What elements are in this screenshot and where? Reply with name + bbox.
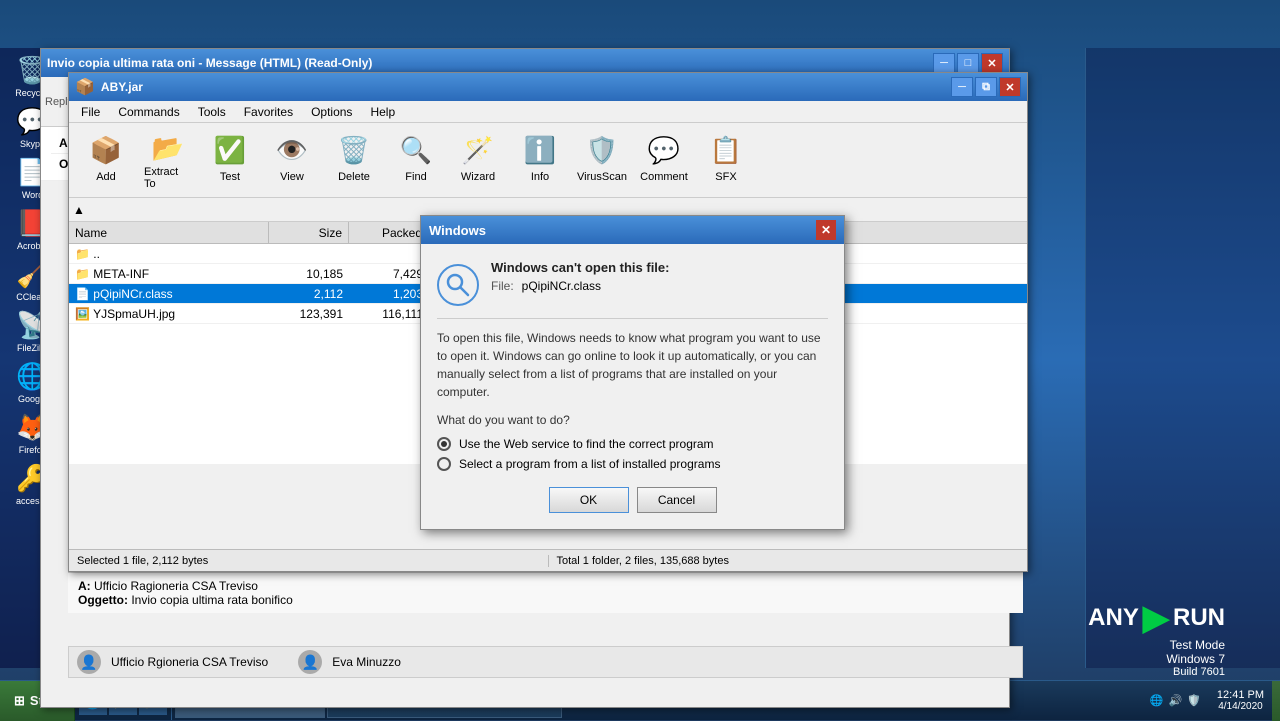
cancel-button[interactable]: Cancel bbox=[637, 487, 717, 513]
dialog-description: To open this file, Windows needs to know… bbox=[437, 318, 828, 401]
radio-select-program[interactable]: Select a program from a list of installe… bbox=[437, 457, 828, 471]
dialog-titlebar: Windows ✕ bbox=[421, 216, 844, 244]
dialog-file-row: File: pQipiNCr.class bbox=[491, 279, 669, 293]
windows-dialog: Windows ✕ Windows can't open this file: bbox=[420, 215, 845, 530]
dialog-radio-group: Use the Web service to find the correct … bbox=[437, 437, 828, 471]
radio-web-service-label: Use the Web service to find the correct … bbox=[459, 437, 714, 451]
dialog-close-button[interactable]: ✕ bbox=[816, 220, 836, 240]
dialog-heading: Windows can't open this file: bbox=[491, 260, 669, 275]
radio-web-service-circle bbox=[437, 437, 451, 451]
radio-select-program-circle bbox=[437, 457, 451, 471]
dialog-overlay: Windows ✕ Windows can't open this file: bbox=[0, 0, 1280, 720]
dialog-file-value: pQipiNCr.class bbox=[522, 279, 601, 293]
radio-select-program-label: Select a program from a list of installe… bbox=[459, 457, 720, 471]
dialog-question: What do you want to do? bbox=[437, 413, 828, 427]
dialog-title-section: Windows can't open this file: File: pQip… bbox=[491, 260, 669, 293]
dialog-header-row: Windows can't open this file: File: pQip… bbox=[437, 260, 828, 306]
ok-button[interactable]: OK bbox=[549, 487, 629, 513]
dialog-title: Windows bbox=[429, 223, 816, 238]
radio-web-service[interactable]: Use the Web service to find the correct … bbox=[437, 437, 828, 451]
dialog-buttons: OK Cancel bbox=[437, 487, 828, 513]
desktop: 🗑️ Recycl... 💬 Skype 📄 Word 📕 Acrobat 🧹 … bbox=[0, 0, 1280, 720]
dialog-content: Windows can't open this file: File: pQip… bbox=[421, 244, 844, 529]
dialog-file-label: File: bbox=[491, 279, 514, 293]
windows-search-icon bbox=[437, 264, 479, 306]
